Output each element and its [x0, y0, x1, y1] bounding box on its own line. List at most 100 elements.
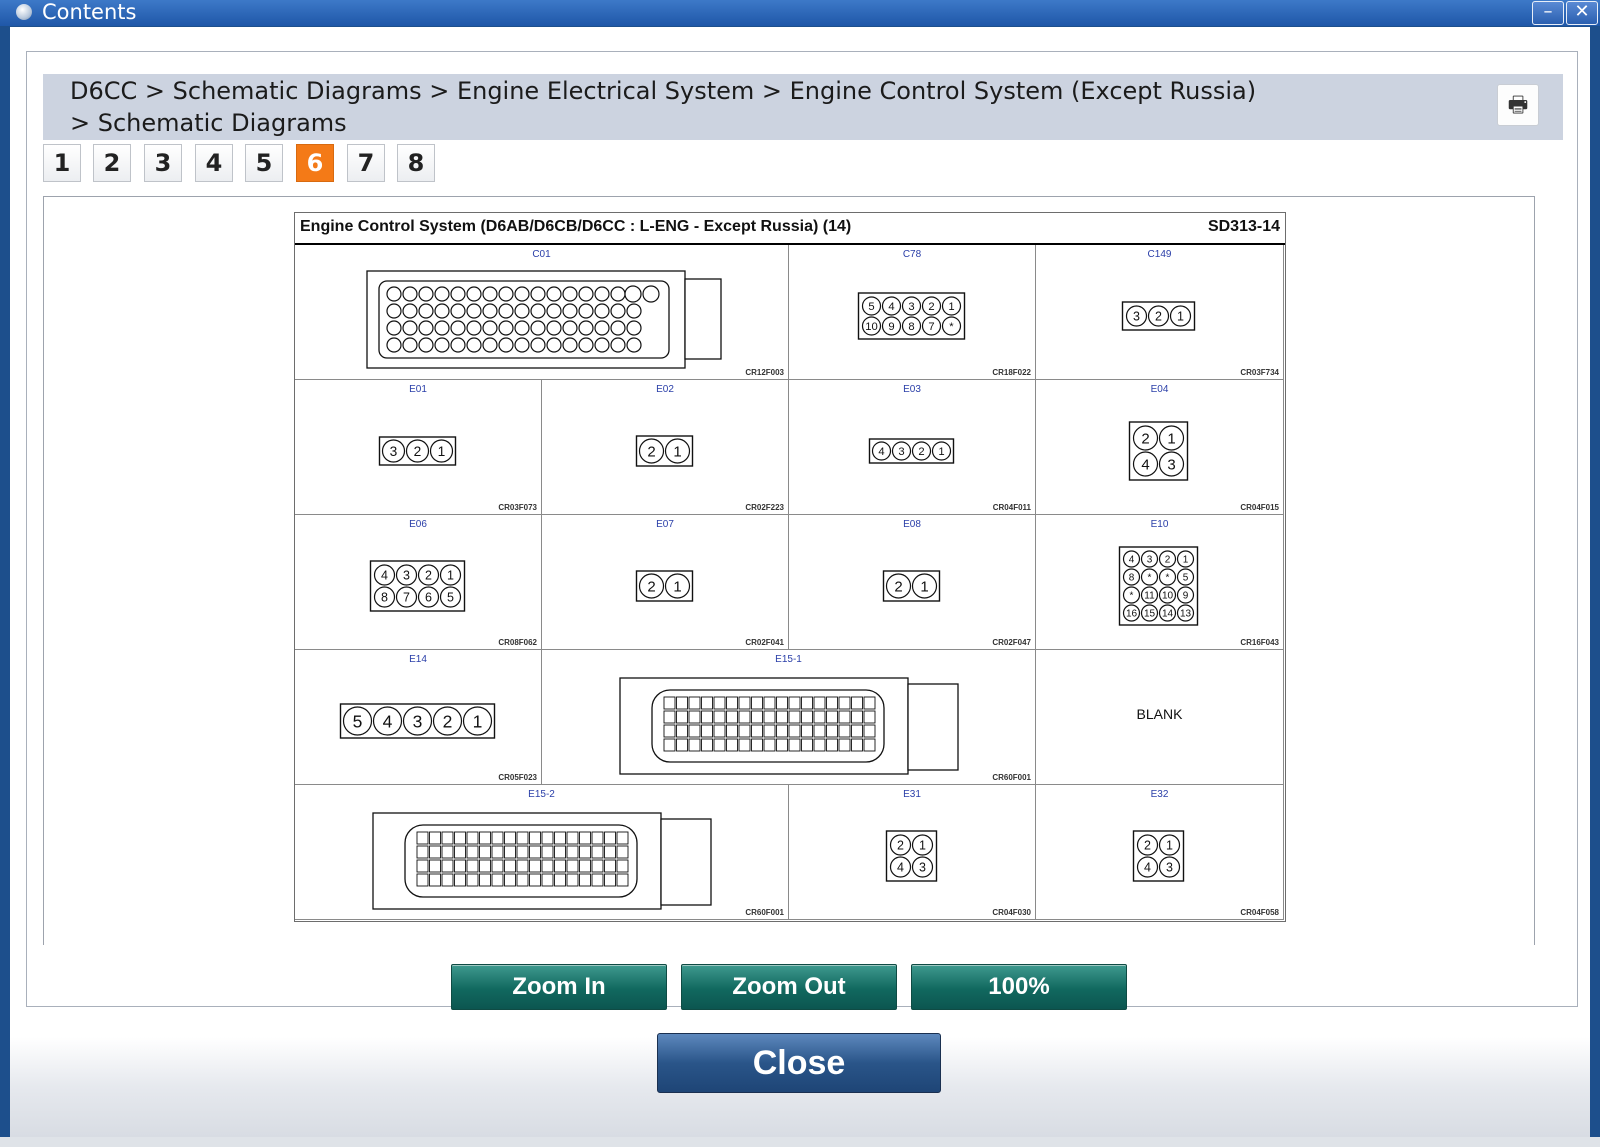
svg-text:4: 4 [1141, 456, 1149, 473]
connector-code: CR18F022 [992, 368, 1031, 377]
close-button[interactable]: Close [657, 1033, 941, 1093]
page-tab-6[interactable]: 6 [296, 144, 334, 182]
svg-text:4: 4 [383, 711, 393, 731]
connector-cell-e08: 2 1 E08 CR02F047 [789, 515, 1036, 650]
window-close-button[interactable]: ✕ [1566, 1, 1598, 25]
svg-text:2: 2 [414, 444, 422, 459]
connector-label: E01 [409, 384, 427, 395]
connector-label: E08 [903, 519, 921, 530]
svg-text:10: 10 [1162, 591, 1174, 602]
svg-text:1: 1 [920, 578, 928, 595]
svg-text:8: 8 [908, 321, 914, 333]
connector-code: CR04F015 [1240, 503, 1279, 512]
svg-text:2: 2 [425, 569, 432, 583]
connector-code: CR60F001 [745, 908, 784, 917]
connector-cell-e14: 5 4 3 2 1 E14 CR05F023 [295, 650, 542, 785]
svg-text:2: 2 [1155, 310, 1162, 324]
content-panel: D6CC > Schematic Diagrams > Engine Elect… [26, 51, 1578, 1010]
svg-text:16: 16 [1126, 609, 1138, 620]
connector-code: CR05F023 [498, 773, 537, 782]
svg-text:*: * [1148, 573, 1152, 584]
svg-text:5: 5 [868, 301, 874, 313]
connector-code: CR04F011 [992, 503, 1031, 512]
svg-text:8: 8 [381, 591, 388, 605]
svg-text:3: 3 [1133, 310, 1140, 324]
svg-text:2: 2 [647, 578, 655, 595]
svg-text:*: * [949, 321, 954, 333]
connector-cell-e15-2: E15-2 CR60F001 [295, 785, 789, 920]
connector-label: E06 [409, 519, 427, 530]
page-tab-4[interactable]: 4 [195, 144, 233, 182]
svg-text:7: 7 [928, 321, 934, 333]
svg-text:1: 1 [438, 444, 446, 459]
connector-drawing: 3 2 1 [1121, 301, 1196, 331]
svg-text:3: 3 [413, 711, 423, 731]
svg-text:*: * [1166, 573, 1170, 584]
connector-label: E31 [903, 789, 921, 800]
connector-code: CR02F223 [745, 503, 784, 512]
window-title: Contents [42, 0, 137, 24]
svg-text:3: 3 [390, 444, 398, 459]
page-tab-7[interactable]: 7 [347, 144, 385, 182]
zoom-reset-button[interactable]: 100% [911, 964, 1127, 1010]
svg-text:4: 4 [897, 861, 904, 875]
diagram-viewer[interactable]: Engine Control System (D6AB/D6CB/D6CC : … [43, 196, 1535, 945]
connector-drawing: 4 3 2 1 8 * * 5 * 11 10 9 16 15 14 13 [1118, 546, 1199, 626]
svg-text:1: 1 [1166, 839, 1173, 853]
connector-drawing [619, 677, 959, 775]
svg-text:3: 3 [908, 301, 914, 313]
diagram-code: SD313-14 [1207, 218, 1280, 235]
zoom-in-button[interactable]: Zoom In [451, 964, 667, 1010]
zoom-out-button[interactable]: Zoom Out [681, 964, 897, 1010]
svg-text:1: 1 [1183, 555, 1189, 566]
diagram-title: Engine Control System (D6AB/D6CB/D6CC : … [300, 218, 852, 235]
svg-text:1: 1 [948, 301, 954, 313]
connector-cell-e31: 2 1 4 3 E31 CR04F030 [789, 785, 1036, 920]
connector-drawing: 4 3 2 1 8 7 6 5 [369, 560, 466, 612]
blank-label: BLANK [1136, 706, 1183, 722]
svg-text:2: 2 [897, 839, 904, 853]
connector-label: E02 [656, 384, 674, 395]
connector-code: CR12F003 [745, 368, 784, 377]
connector-drawing: 21 [635, 570, 694, 602]
connector-drawing: 21 [882, 570, 941, 602]
connector-cell-e10: 4 3 2 1 8 * * 5 * 11 10 9 16 15 14 13 E10 CR16F043 [1036, 515, 1284, 650]
svg-text:5: 5 [447, 591, 454, 605]
connector-code: CR04F030 [992, 908, 1031, 917]
connector-drawing: 2 1 4 3 [1132, 830, 1185, 882]
svg-text:1: 1 [673, 578, 681, 595]
page-tab-5[interactable]: 5 [245, 144, 283, 182]
page-tab-8[interactable]: 8 [397, 144, 435, 182]
page-tab-1[interactable]: 1 [43, 144, 81, 182]
connector-label: E15-2 [528, 789, 555, 800]
svg-text:1: 1 [938, 446, 944, 458]
connector-drawing: 2 1 4 3 [885, 830, 938, 882]
connector-cell-e01: 3 2 1 E01 CR03F073 [295, 380, 542, 515]
connector-cell-e15-1: E15-1 CR60F001 [542, 650, 1036, 785]
connector-code: CR03F734 [1240, 368, 1279, 377]
page-tab-3[interactable]: 3 [144, 144, 182, 182]
print-button[interactable]: 🖶 [1497, 84, 1539, 126]
connector-code: CR02F047 [992, 638, 1031, 647]
connector-drawing [366, 270, 722, 369]
svg-text:7: 7 [403, 591, 410, 605]
connector-cell-e07: 2 1 E07 CR02F041 [542, 515, 789, 650]
svg-text:3: 3 [1147, 555, 1153, 566]
connector-drawing: 2 1 4 3 [1128, 421, 1189, 481]
svg-text:5: 5 [1183, 573, 1189, 584]
minimize-button[interactable]: – [1532, 1, 1564, 25]
svg-text:2: 2 [1144, 839, 1151, 853]
svg-text:2: 2 [1141, 430, 1149, 447]
connector-code: CR04F058 [1240, 908, 1279, 917]
connector-cell-e06: 4 3 2 1 8 7 6 5 E06 CR08F062 [295, 515, 542, 650]
page-tab-2[interactable]: 2 [93, 144, 131, 182]
svg-text:1: 1 [1177, 310, 1184, 324]
svg-text:2: 2 [894, 578, 902, 595]
svg-text:1: 1 [919, 839, 926, 853]
contents-window: D6CC > Schematic Diagrams > Engine Elect… [10, 27, 1590, 1137]
svg-text:4: 4 [1129, 555, 1135, 566]
connector-label: C01 [532, 249, 551, 260]
connector-label: E03 [903, 384, 921, 395]
diagram-header: Engine Control System (D6AB/D6CB/D6CC : … [295, 213, 1285, 245]
title-bar: Contents – ✕ [0, 0, 1600, 26]
